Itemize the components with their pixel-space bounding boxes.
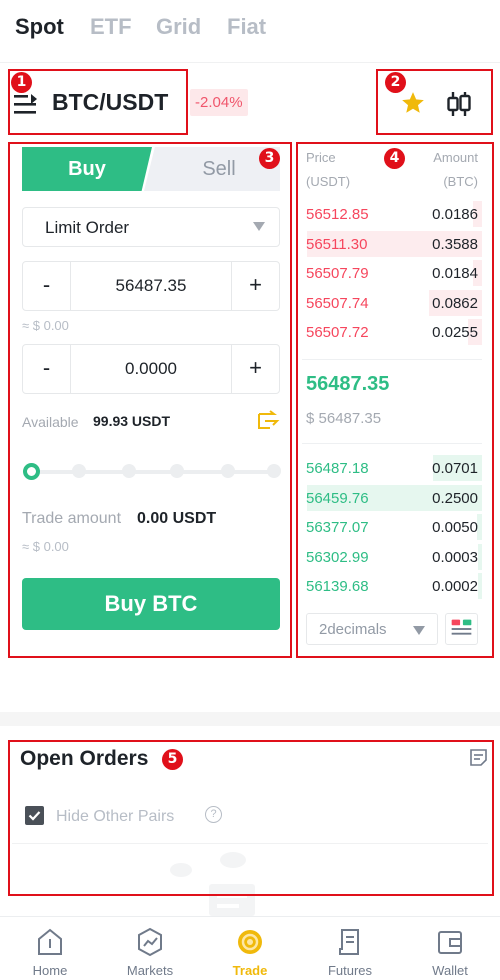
tab-spot[interactable]: Spot (15, 14, 64, 40)
annotation-box-3 (8, 142, 292, 658)
nav-label-trade: Trade (232, 963, 268, 978)
top-tabs: Spot ETF Grid Fiat (0, 0, 500, 62)
nav-trade[interactable]: Trade (200, 917, 300, 980)
annotation-box-4 (296, 142, 494, 658)
wallet-icon (438, 931, 462, 954)
annotation-box-1 (8, 69, 188, 135)
nav-home[interactable]: Home (0, 917, 100, 980)
tab-fiat[interactable]: Fiat (227, 14, 266, 40)
price-change-badge: -2.04% (190, 89, 248, 116)
annotation-badge-3: 3 (259, 148, 280, 169)
home-icon (38, 928, 62, 955)
nav-label-wallet: Wallet (432, 963, 468, 978)
tab-etf[interactable]: ETF (90, 14, 132, 40)
top-divider (0, 62, 500, 63)
trade-icon (238, 930, 262, 954)
annotation-badge-4: 4 (384, 148, 405, 169)
nav-label-home: Home (32, 963, 68, 978)
annotation-badge-1: 1 (11, 72, 32, 93)
annotation-badge-5: 5 (162, 749, 183, 770)
futures-icon (339, 929, 359, 955)
markets-icon (138, 927, 162, 957)
annotation-box-5 (8, 740, 494, 896)
nav-label-futures: Futures (327, 963, 373, 978)
nav-markets[interactable]: Markets (100, 917, 200, 980)
nav-label-markets: Markets (126, 963, 174, 978)
nav-wallet[interactable]: Wallet (400, 917, 500, 980)
nav-futures[interactable]: Futures (300, 917, 400, 980)
tab-grid[interactable]: Grid (156, 14, 201, 40)
annotation-badge-2: 2 (385, 72, 406, 93)
section-divider (0, 712, 500, 726)
bottom-nav: Home Markets Trade Futures Wallet (0, 916, 500, 980)
